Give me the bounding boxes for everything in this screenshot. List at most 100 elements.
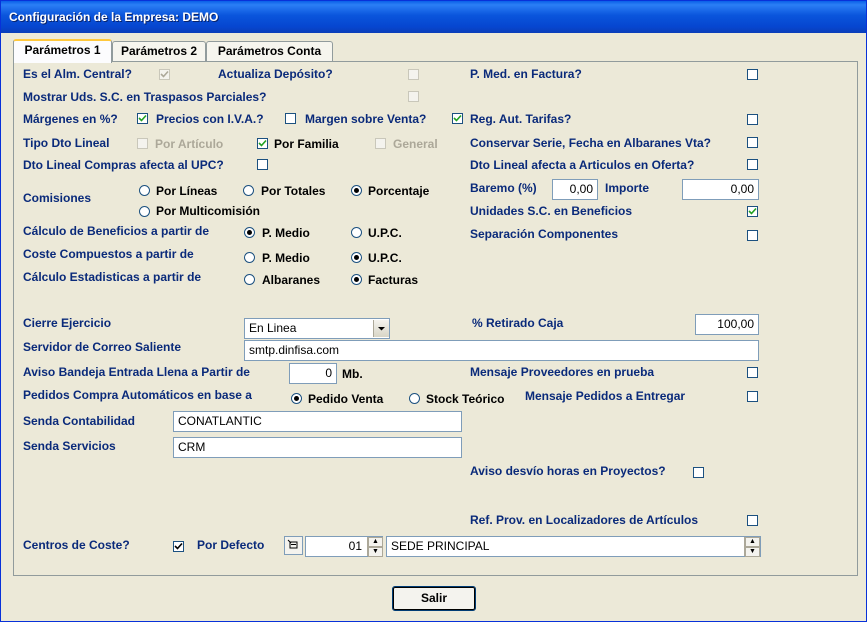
radio-beneficios-upc[interactable] — [351, 227, 362, 238]
label-retirado-caja: % Retirado Caja — [472, 316, 564, 330]
label-por-defecto: Por Defecto — [197, 538, 265, 552]
checkbox-mensaje-pedidos[interactable] — [747, 391, 758, 402]
lookup-icon[interactable] — [284, 536, 303, 555]
label-mb: Mb. — [342, 367, 363, 381]
label-senda-contabilidad: Senda Contabilidad — [23, 414, 136, 428]
label-coste-p-medio: P. Medio — [262, 251, 310, 265]
label-beneficios-p-medio: P. Medio — [262, 226, 310, 240]
spin-down-icon[interactable]: ▼ — [745, 547, 760, 557]
checkbox-separacion[interactable] — [747, 230, 758, 241]
checkbox-p-med-factura[interactable] — [747, 69, 758, 80]
label-ref-prov: Ref. Prov. en Localizadores de Artículos — [470, 513, 699, 527]
label-coste-upc: U.P.C. — [368, 251, 402, 265]
label-stock-teorico: Stock Teórico — [426, 392, 505, 406]
spin-up-icon[interactable]: ▲ — [368, 537, 383, 547]
label-coste-compuestos: Coste Compuestos a partir de — [23, 247, 194, 261]
salir-button[interactable]: Salir — [392, 586, 476, 611]
spin-down-icon[interactable]: ▼ — [368, 547, 383, 557]
label-dto-lineal-oferta: Dto Lineal afecta a Articulos en Oferta? — [470, 158, 695, 172]
label-mensaje-proveedores: Mensaje Proveedores en prueba — [470, 365, 655, 379]
checkbox-ref-prov[interactable] — [747, 515, 758, 526]
servidor-correo-input[interactable]: smtp.dinfisa.com — [244, 340, 759, 361]
checkbox-unidades-sc[interactable] — [747, 206, 758, 217]
checkbox-centros-coste[interactable] — [173, 541, 184, 552]
baremo-input[interactable]: 0,00 — [552, 179, 598, 200]
label-pedidos-compra: Pedidos Compra Automáticos en base a — [23, 388, 252, 402]
tab-parametros-1[interactable]: Parámetros 1 — [13, 39, 112, 63]
label-baremo: Baremo (%) — [470, 181, 537, 195]
tab-parametros-2[interactable]: Parámetros 2 — [112, 41, 206, 61]
checkbox-precios-iva[interactable] — [285, 113, 296, 124]
checkbox-mostrar-uds[interactable] — [408, 91, 419, 102]
radio-por-multicomision[interactable] — [139, 206, 150, 217]
label-por-totales: Por Totales — [261, 184, 326, 198]
label-cierre-ejercicio: Cierre Ejercicio — [23, 316, 112, 330]
label-actualiza-deposito: Actualiza Depósito? — [218, 67, 333, 81]
radio-coste-upc[interactable] — [351, 252, 362, 263]
label-general: General — [393, 137, 438, 151]
checkbox-general[interactable] — [375, 138, 386, 149]
radio-por-lineas[interactable] — [139, 185, 150, 196]
label-separacion: Separación Componentes — [470, 227, 619, 241]
label-senda-servicios: Senda Servicios — [23, 439, 116, 453]
label-p-med-factura: P. Med. en Factura? — [470, 67, 582, 81]
checkbox-conservar-serie[interactable] — [747, 137, 758, 148]
label-servidor-correo: Servidor de Correo Saliente — [23, 340, 182, 354]
label-por-articulo: Por Artículo — [155, 137, 224, 151]
centro-nombre-input[interactable]: SEDE PRINCIPAL — [386, 536, 761, 557]
retirado-caja-input[interactable]: 100,00 — [695, 314, 759, 335]
label-aviso-desvio: Aviso desvío horas en Proyectos? — [470, 464, 666, 478]
checkbox-dto-lineal-oferta[interactable] — [747, 159, 758, 170]
label-dto-lineal-compras: Dto Lineal Compras afecta al UPC? — [23, 158, 224, 172]
codigo-spinner[interactable]: ▲ ▼ — [367, 537, 383, 557]
label-mostrar-uds: Mostrar Uds. S.C. en Traspasos Parciales… — [23, 90, 267, 104]
checkbox-margenes[interactable] — [137, 113, 148, 124]
label-beneficios-upc: U.P.C. — [368, 226, 402, 240]
radio-porcentaje[interactable] — [351, 185, 362, 196]
checkbox-mensaje-proveedores[interactable] — [747, 367, 758, 378]
checkbox-alm-central[interactable] — [159, 69, 170, 80]
spin-up-icon[interactable]: ▲ — [745, 537, 760, 547]
tab-parametros-conta[interactable]: Parámetros Conta — [206, 41, 333, 61]
label-calculo-estadisticas: Cálculo Estadisticas a partir de — [23, 270, 202, 284]
label-pedido-venta: Pedido Venta — [308, 392, 384, 406]
chevron-down-icon[interactable] — [373, 320, 389, 337]
senda-servicios-input[interactable]: CRM — [173, 437, 462, 458]
label-precios-iva: Precios con I.V.A.? — [156, 112, 264, 126]
radio-stock-teorico[interactable] — [409, 393, 420, 404]
radio-coste-p-medio[interactable] — [244, 252, 255, 263]
label-importe: Importe — [605, 181, 650, 195]
label-comisiones: Comisiones — [23, 191, 92, 205]
label-por-lineas: Por Líneas — [156, 184, 218, 198]
senda-contabilidad-input[interactable]: CONATLANTIC — [173, 411, 462, 432]
radio-pedido-venta[interactable] — [291, 393, 302, 404]
label-mensaje-pedidos: Mensaje Pedidos a Entregar — [525, 389, 686, 403]
checkbox-por-familia[interactable] — [257, 138, 268, 149]
checkbox-margen-venta[interactable] — [452, 113, 463, 124]
checkbox-actualiza-deposito[interactable] — [408, 69, 419, 80]
label-por-familia: Por Familia — [274, 137, 339, 151]
radio-por-totales[interactable] — [243, 185, 254, 196]
label-tipo-dto-lineal: Tipo Dto Lineal — [23, 136, 110, 150]
radio-facturas[interactable] — [351, 274, 362, 285]
importe-input[interactable]: 0,00 — [682, 179, 759, 200]
label-conservar-serie: Conservar Serie, Fecha en Albaranes Vta? — [470, 136, 711, 150]
checkbox-dto-lineal-compras[interactable] — [257, 159, 268, 170]
radio-albaranes[interactable] — [244, 274, 255, 285]
label-facturas: Facturas — [368, 273, 419, 287]
aviso-bandeja-input[interactable]: 0 — [289, 363, 337, 384]
cierre-ejercicio-select[interactable]: En Linea — [244, 318, 390, 339]
label-margen-venta: Margen sobre Venta? — [305, 112, 427, 126]
checkbox-aviso-desvio[interactable] — [693, 467, 704, 478]
label-reg-aut-tarifas: Reg. Aut. Tarifas? — [470, 112, 572, 126]
checkbox-reg-aut-tarifas[interactable] — [747, 114, 758, 125]
configuration-window: Configuración de la Empresa: DEMO Paráme… — [0, 0, 867, 622]
title-bar: Configuración de la Empresa: DEMO — [1, 1, 866, 33]
label-albaranes: Albaranes — [262, 273, 321, 287]
window-title: Configuración de la Empresa: DEMO — [9, 10, 219, 24]
checkbox-por-articulo[interactable] — [137, 138, 148, 149]
radio-beneficios-p-medio[interactable] — [244, 227, 255, 238]
nombre-spinner[interactable]: ▲ ▼ — [744, 537, 760, 557]
label-alm-central: Es el Alm. Central? — [23, 67, 132, 81]
label-margenes: Márgenes en %? — [23, 112, 118, 126]
